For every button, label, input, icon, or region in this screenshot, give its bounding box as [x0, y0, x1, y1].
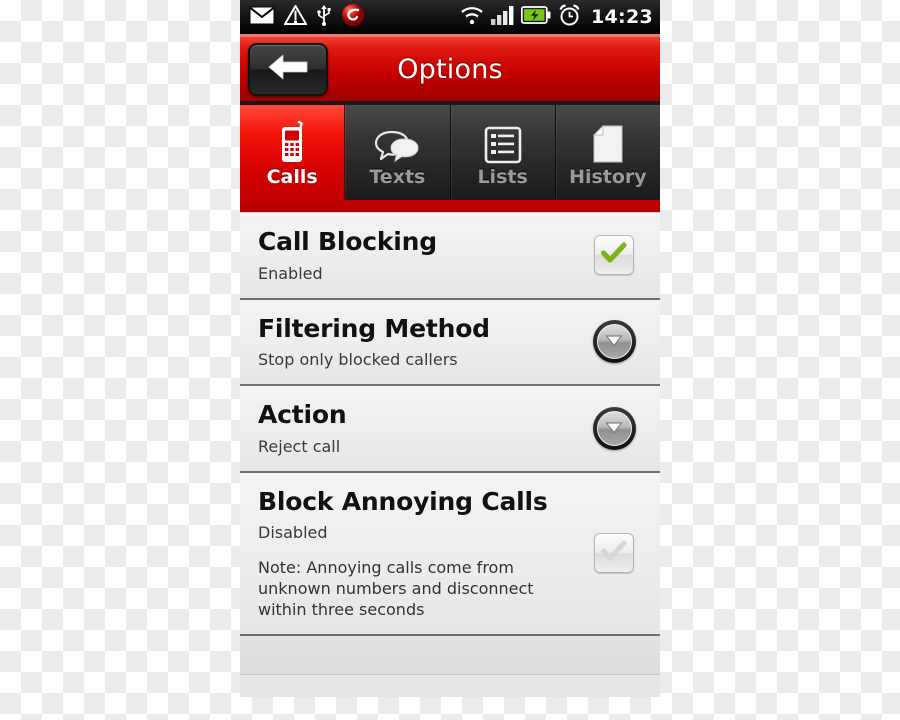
status-bar-right-icons: 14:23 [460, 4, 653, 30]
setting-value: Disabled [258, 523, 328, 542]
signal-bars-icon [491, 5, 514, 29]
document-page-icon [591, 118, 625, 164]
setting-control [586, 406, 642, 450]
setting-text-block: Action Reject call [258, 400, 586, 457]
setting-row-block-annoying-calls[interactable]: Block Annoying Calls Disabled Note: Anno… [240, 472, 660, 637]
back-button[interactable] [248, 42, 328, 96]
setting-control [586, 533, 642, 574]
setting-value: Reject call [258, 436, 341, 456]
checkmark-icon [600, 242, 627, 268]
tab-bar: Calls Texts Lists History [240, 105, 660, 200]
setting-value: Enabled [258, 263, 323, 283]
bullet-list-icon [484, 118, 522, 164]
settings-list: Call Blocking Enabled Filtering Method S… [240, 212, 660, 676]
battery-charging-icon [520, 6, 551, 28]
setting-title: Action [258, 400, 347, 429]
action-dropdown-button[interactable] [592, 406, 636, 450]
tab-lists-label: Lists [477, 165, 528, 188]
call-blocking-checkbox[interactable] [594, 235, 634, 276]
setting-text-block: Call Blocking Enabled [258, 227, 586, 284]
back-arrow-icon [267, 53, 309, 85]
chevron-down-icon [605, 419, 623, 438]
setting-value: Stop only blocked callers [258, 350, 458, 369]
tab-lists[interactable]: Lists [450, 105, 556, 200]
mail-icon [249, 6, 275, 29]
setting-note: Note: Annoying calls come from unknown n… [258, 558, 534, 620]
setting-control [586, 320, 642, 364]
alarm-clock-icon [558, 4, 581, 30]
dropdown-inner [596, 410, 632, 446]
setting-title: Block Annoying Calls [258, 486, 548, 516]
setting-row-call-blocking[interactable]: Call Blocking Enabled [240, 212, 660, 300]
upload-triangle-icon [283, 3, 308, 30]
title-bar: Options [240, 37, 660, 105]
tab-texts[interactable]: Texts [345, 105, 451, 200]
status-bar-left-icons [249, 3, 365, 31]
wifi-icon [460, 6, 484, 29]
speech-bubbles-icon [373, 118, 421, 164]
setting-row-action[interactable]: Action Reject call [240, 386, 660, 473]
setting-title: Filtering Method [258, 313, 490, 343]
cellphone-icon [275, 118, 309, 164]
status-bar-clock: 14:23 [591, 6, 653, 28]
block-annoying-calls-checkbox[interactable] [594, 533, 634, 574]
usb-icon [316, 4, 332, 30]
tab-texts-label: Texts [369, 165, 426, 188]
tab-calls[interactable]: Calls [240, 105, 346, 200]
chevron-down-icon [605, 332, 623, 351]
tab-history[interactable]: History [555, 105, 660, 200]
list-footer-strip [240, 636, 660, 676]
filtering-method-dropdown-button[interactable] [592, 320, 636, 364]
dropdown-inner [596, 324, 632, 360]
tab-history-label: History [569, 165, 647, 188]
tab-calls-label: Calls [266, 165, 318, 188]
setting-row-filtering-method[interactable]: Filtering Method Stop only blocked calle… [240, 299, 660, 386]
checkmark-icon [600, 540, 627, 566]
app-badge-icon [341, 3, 365, 31]
status-bar: 14:23 [240, 0, 660, 34]
screenshot-canvas: 14:23 Options Calls Texts Lists History … [0, 0, 900, 720]
tab-bar-accent-strip [240, 200, 660, 212]
phone-screen: 14:23 Options Calls Texts Lists History … [240, 0, 660, 697]
setting-text-block: Filtering Method Stop only blocked calle… [258, 314, 586, 371]
setting-title: Call Blocking [258, 227, 437, 256]
setting-control [586, 235, 642, 276]
setting-text-block: Block Annoying Calls Disabled Note: Anno… [258, 487, 586, 621]
